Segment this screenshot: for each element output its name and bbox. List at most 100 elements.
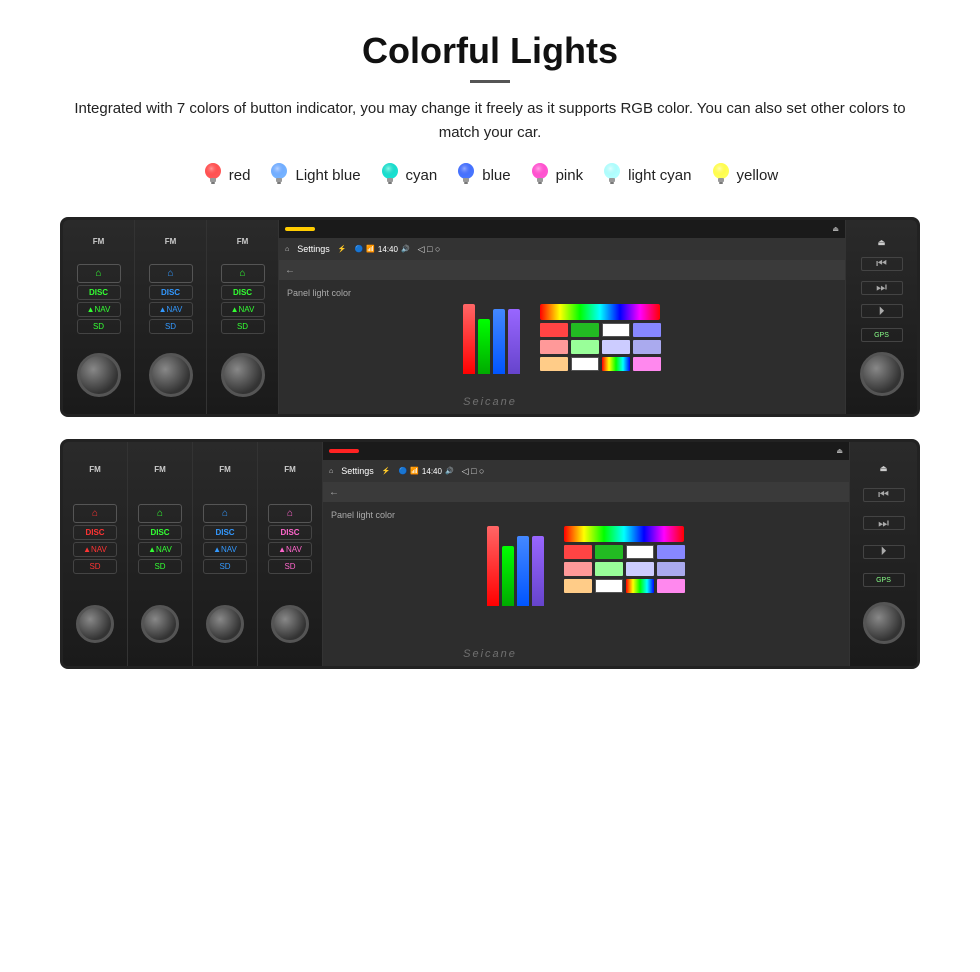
unit2-usb-icon: ⚡ xyxy=(382,467,391,475)
unit2-panel-4: FM ⌂ DISC ▲NAV SD xyxy=(258,442,323,666)
u2-right-next-btn[interactable]: ⏭ xyxy=(863,516,905,530)
unit2-panel-2: FM ⌂ DISC ▲NAV SD xyxy=(128,442,193,666)
right-next-btn[interactable]: ⏭ xyxy=(861,281,903,295)
unit1-color-grid xyxy=(463,304,661,374)
panel3-sd-btn[interactable]: SD xyxy=(221,319,265,334)
u2-panel2-navi[interactable]: ▲NAV xyxy=(138,542,182,557)
panel2-sd-btn[interactable]: SD xyxy=(149,319,193,334)
u2-swatch-white[interactable] xyxy=(626,545,654,559)
panel1-knob[interactable] xyxy=(77,353,121,397)
unit2-color-grid xyxy=(487,526,685,606)
color-label-cyan: cyan xyxy=(406,167,438,184)
page-title: Colorful Lights xyxy=(40,30,940,72)
panel1-navi-btn[interactable]: ▲NAV xyxy=(77,302,121,317)
panel1-disc-btn[interactable]: DISC xyxy=(77,285,121,300)
u2-swatch-red[interactable] xyxy=(564,545,592,559)
right-knob[interactable] xyxy=(860,352,904,396)
u2-panel3-sd[interactable]: SD xyxy=(203,559,247,574)
u2-swatch-pink2[interactable] xyxy=(657,579,685,593)
u2-swatch-lightgreen[interactable] xyxy=(595,562,623,576)
bulb-icon-red xyxy=(202,161,224,189)
bulb-icon-pink xyxy=(529,161,551,189)
right-prev-btn[interactable]: ⏮ xyxy=(861,257,903,271)
u2-panel2-knob[interactable] xyxy=(141,605,179,643)
u2-panel4-fm: FM xyxy=(284,465,296,474)
u2-panel4-home[interactable]: ⌂ xyxy=(268,504,312,523)
u2-swatch-white2[interactable] xyxy=(595,579,623,593)
panel3-home-btn[interactable]: ⌂ xyxy=(221,264,265,283)
panel1-sd-btn[interactable]: SD xyxy=(77,319,121,334)
unit2-wifi-icon: 📶 xyxy=(410,467,419,475)
u2-panel2-home[interactable]: ⌂ xyxy=(138,504,182,523)
unit1-panel-3: FM ⌂ DISC ▲NAV SD xyxy=(207,220,279,414)
swatch-pink2[interactable] xyxy=(633,357,661,371)
panel1-home-btn[interactable]: ⌂ xyxy=(77,264,121,283)
panel2-knob[interactable] xyxy=(149,353,193,397)
unit1-vol-icon: 🔊 xyxy=(401,245,410,253)
car-unit-2: FM ⌂ DISC ▲NAV SD FM ⌂ DISC ▲NAV SD xyxy=(60,439,920,669)
u2-swatch-rainbow[interactable] xyxy=(626,579,654,593)
panel2-home-btn[interactable]: ⌂ xyxy=(149,264,193,283)
u2-panel2-disc[interactable]: DISC xyxy=(138,525,182,540)
u2-panel4-disc[interactable]: DISC xyxy=(268,525,312,540)
right-gps-btn[interactable]: GPS xyxy=(861,328,903,342)
swatch-orange[interactable] xyxy=(540,357,568,371)
panel3-disc-btn[interactable]: DISC xyxy=(221,285,265,300)
u2-swatch-green[interactable] xyxy=(595,545,623,559)
swatch-purple[interactable] xyxy=(633,323,661,337)
unit2-swatch-area xyxy=(564,526,685,593)
u2-panel3-knob[interactable] xyxy=(206,605,244,643)
unit1-swatch-row2 xyxy=(540,323,661,337)
u2-swatch-orange[interactable] xyxy=(564,579,592,593)
swatch-lightred[interactable] xyxy=(540,340,568,354)
swatch-red[interactable] xyxy=(540,323,568,337)
unit2-content: Panel light color xyxy=(323,502,849,666)
u2-bar-green xyxy=(502,546,514,606)
u2-panel3-navi[interactable]: ▲NAV xyxy=(203,542,247,557)
panel2-disc-btn[interactable]: DISC xyxy=(149,285,193,300)
u2-swatch-lavender[interactable] xyxy=(657,562,685,576)
u2-right-gps-btn[interactable]: GPS xyxy=(863,573,905,587)
unit2-panel-3: FM ⌂ DISC ▲NAV SD xyxy=(193,442,258,666)
u2-panel1-disc[interactable]: DISC xyxy=(73,525,117,540)
unit1-swatch-row4 xyxy=(540,357,661,371)
u2-swatch-lightpurple[interactable] xyxy=(626,562,654,576)
swatch-lavender[interactable] xyxy=(633,340,661,354)
u2-right-play-btn[interactable]: ⏵ xyxy=(863,545,905,559)
unit2-settings-label: Settings xyxy=(341,466,374,476)
swatch-white2[interactable] xyxy=(571,357,599,371)
u2-panel3-disc[interactable]: DISC xyxy=(203,525,247,540)
panel2-navi-btn[interactable]: ▲NAV xyxy=(149,302,193,317)
unit1-panel-light-label: Panel light color xyxy=(287,288,351,298)
panel3-knob[interactable] xyxy=(221,353,265,397)
u2-panel4-knob[interactable] xyxy=(271,605,309,643)
u2-panel1-knob[interactable] xyxy=(76,605,114,643)
u2-right-prev-btn[interactable]: ⏮ xyxy=(863,488,905,502)
bulb-icon-lightcyan xyxy=(601,161,623,189)
u2-panel1-navi[interactable]: ▲NAV xyxy=(73,542,117,557)
u2-right-knob[interactable] xyxy=(863,602,905,644)
unit2-back-nav: ← xyxy=(323,482,849,502)
right-play-btn[interactable]: ⏵ xyxy=(861,304,903,318)
unit2-rainbow-bar xyxy=(564,526,684,542)
unit1-back-arrow[interactable]: ← xyxy=(285,265,295,276)
swatch-lightpurple[interactable] xyxy=(602,340,630,354)
unit2-back-arrow[interactable]: ← xyxy=(329,487,339,498)
unit1-home-icon[interactable]: ⌂ xyxy=(285,246,289,253)
swatch-white[interactable] xyxy=(602,323,630,337)
u2-panel4-sd[interactable]: SD xyxy=(268,559,312,574)
unit2-right-panel: ⏏ ⏮ ⏭ ⏵ GPS xyxy=(849,442,917,666)
u2-swatch-lightred[interactable] xyxy=(564,562,592,576)
unit2-home-icon[interactable]: ⌂ xyxy=(329,468,333,475)
swatch-lightgreen[interactable] xyxy=(571,340,599,354)
swatch-green[interactable] xyxy=(571,323,599,337)
panel3-navi-btn[interactable]: ▲NAV xyxy=(221,302,265,317)
swatch-rainbow[interactable] xyxy=(602,357,630,371)
u2-panel3-home[interactable]: ⌂ xyxy=(203,504,247,523)
u2-panel1-sd[interactable]: SD xyxy=(73,559,117,574)
u2-swatch-purple[interactable] xyxy=(657,545,685,559)
u2-panel2-sd[interactable]: SD xyxy=(138,559,182,574)
u2-panel4-navi[interactable]: ▲NAV xyxy=(268,542,312,557)
u2-panel1-home[interactable]: ⌂ xyxy=(73,504,117,523)
color-label-lightcyan: light cyan xyxy=(628,167,691,184)
